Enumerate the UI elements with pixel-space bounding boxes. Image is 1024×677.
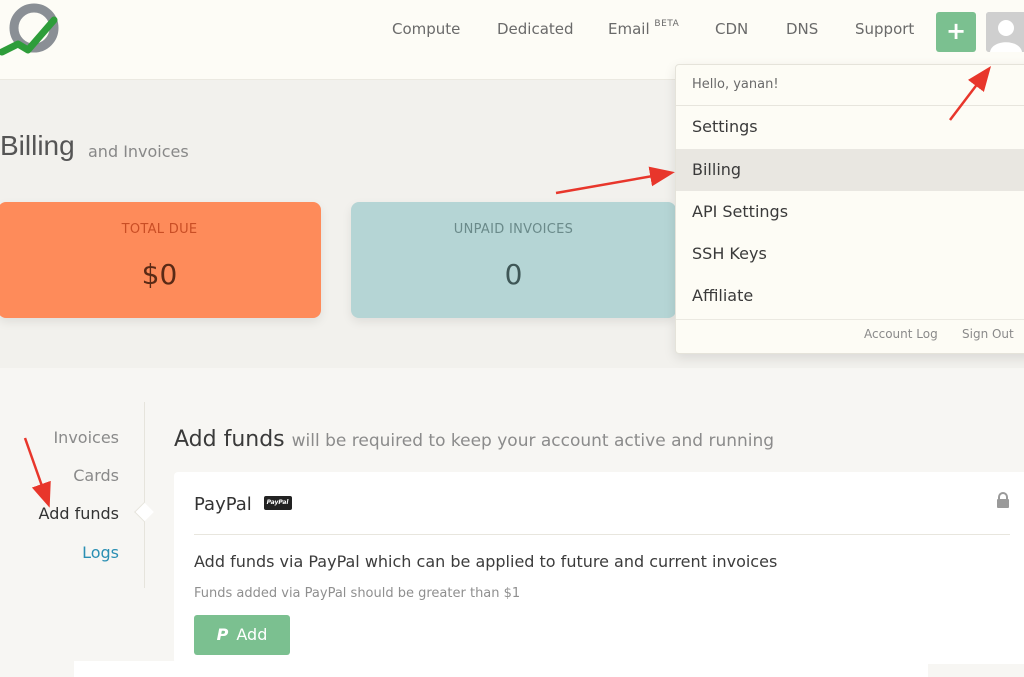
dropdown-greeting: Hello, yanan! (692, 77, 779, 92)
menu-item-ssh-keys[interactable]: SSH Keys (676, 233, 1024, 275)
add-new-button[interactable]: + (936, 12, 976, 52)
sidebar-item-logs[interactable]: Logs (82, 543, 119, 562)
page-title: Billing (0, 130, 75, 161)
panel-divider (194, 534, 1010, 535)
nav-compute[interactable]: Compute (392, 20, 460, 38)
total-due-card: TOTAL DUE $0 (0, 202, 321, 318)
menu-item-settings[interactable]: Settings (676, 106, 1024, 148)
arrow-to-add-funds (23, 437, 51, 508)
nav-dns[interactable]: DNS (786, 20, 818, 38)
paypal-icon: PayPal (263, 496, 292, 510)
panel-heading: PayPal PayPal (194, 494, 292, 515)
menu-item-billing[interactable]: Billing (676, 149, 1024, 191)
user-avatar-icon (986, 12, 1024, 52)
add-button-label: Add (236, 625, 268, 644)
sidebar-item-invoices[interactable]: Invoices (53, 428, 119, 447)
nav-cdn[interactable]: CDN (715, 20, 748, 38)
paypal-p-icon: P (216, 625, 229, 644)
sign-out-link[interactable]: Sign Out (962, 327, 1014, 341)
menu-item-affiliate[interactable]: Affiliate (676, 275, 1024, 317)
add-funds-button[interactable]: P Add (194, 615, 290, 655)
total-due-label: TOTAL DUE (121, 222, 198, 237)
nav-email-label: Email (608, 20, 650, 38)
account-log-link[interactable]: Account Log (864, 327, 938, 341)
plus-icon: + (945, 17, 967, 45)
user-avatar-button[interactable] (986, 12, 1024, 52)
paypal-heading: PayPal (194, 494, 252, 515)
logo-icon[interactable] (0, 2, 60, 62)
menu-item-api-settings[interactable]: API Settings (676, 191, 1024, 233)
content-heading: Add funds will be required to keep your … (174, 427, 774, 452)
sidenav-active-caret (134, 502, 154, 522)
paypal-minimum-note: Funds added via PayPal should be greater… (194, 586, 521, 601)
next-panel-edge (74, 661, 928, 677)
dropdown-footer-divider (676, 319, 1024, 320)
unpaid-invoices-label: UNPAID INVOICES (453, 222, 574, 237)
paypal-panel: PayPal PayPal Add funds via PayPal which… (174, 472, 1024, 664)
content-title: Add funds (174, 427, 285, 452)
sidebar-item-cards[interactable]: Cards (73, 466, 119, 485)
nav-support[interactable]: Support (855, 20, 914, 38)
paypal-description: Add funds via PayPal which can be applie… (194, 552, 778, 571)
lock-icon (997, 492, 1009, 508)
nav-email[interactable]: Email BETA (608, 19, 680, 38)
total-due-value: $0 (141, 258, 178, 291)
sidebar-item-add-funds[interactable]: Add funds (39, 504, 119, 523)
user-dropdown-menu: Hello, yanan! Settings Billing API Setti… (675, 64, 1024, 354)
beta-badge: BETA (654, 19, 680, 29)
content-subtitle: will be required to keep your account ac… (291, 431, 775, 451)
nav-dedicated[interactable]: Dedicated (497, 20, 574, 38)
sidenav-divider (144, 402, 145, 588)
page-subtitle: and Invoices (88, 142, 189, 161)
unpaid-invoices-card: UNPAID INVOICES 0 (351, 202, 676, 318)
unpaid-invoices-value: 0 (504, 258, 523, 291)
